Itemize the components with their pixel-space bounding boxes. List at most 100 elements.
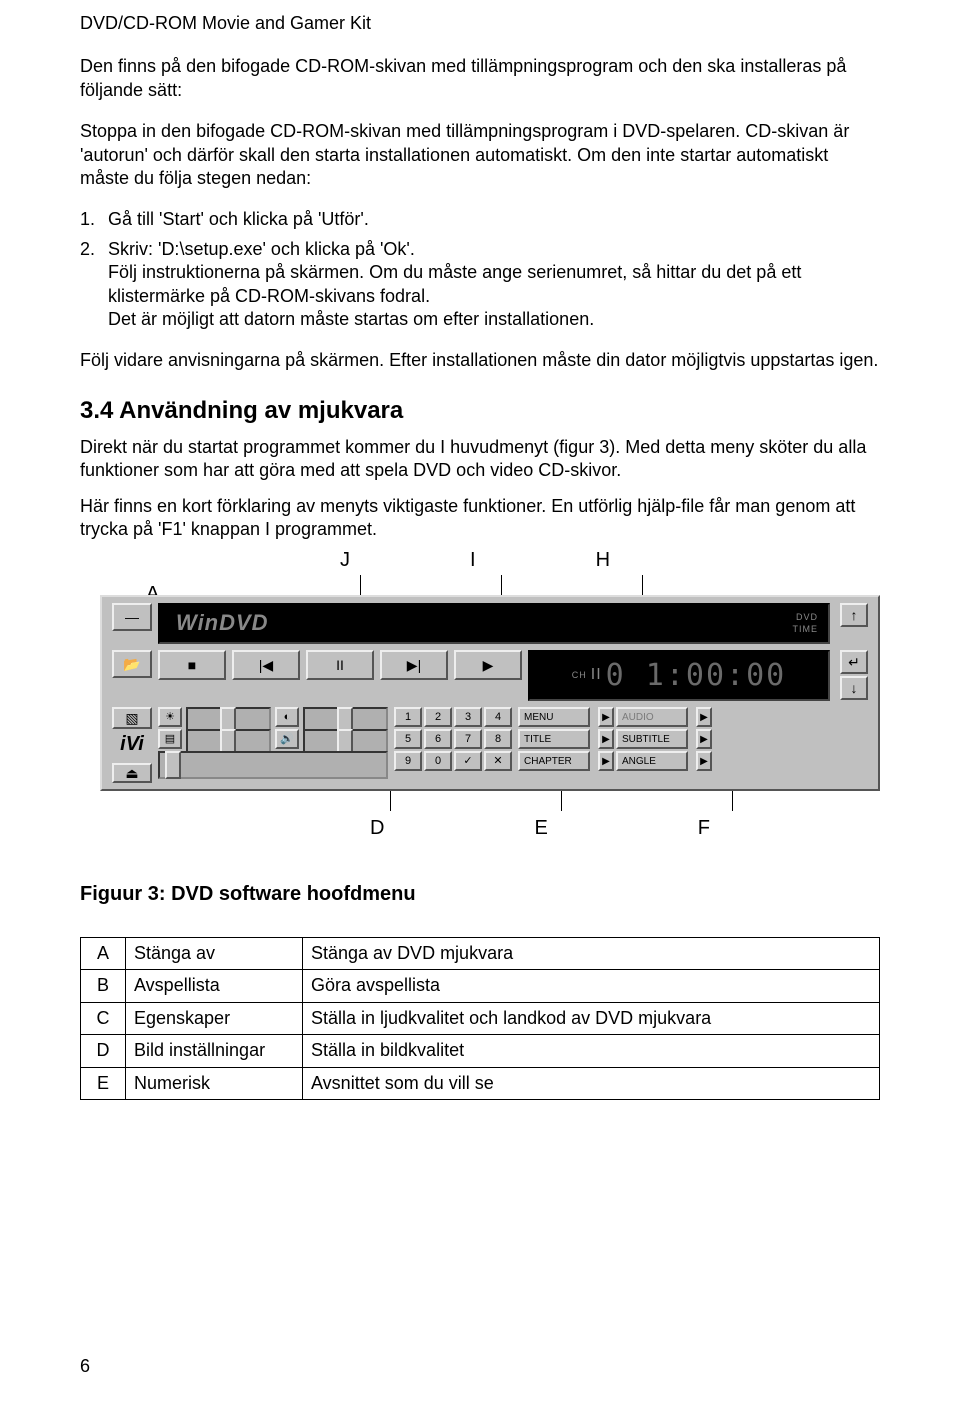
key-4[interactable]: 4 [484, 707, 512, 727]
cell-key: B [81, 970, 126, 1002]
arrow-up-icon: ↑ [851, 606, 858, 624]
cell-name: Egenskaper [126, 1002, 303, 1034]
key-6[interactable]: 6 [424, 729, 452, 749]
menu-next[interactable]: ▶ [598, 707, 614, 727]
arrow-down-icon: ↓ [851, 679, 858, 697]
play-icon: ▶ [483, 656, 494, 674]
stop-icon: ■ [188, 656, 196, 674]
sun-icon: ☀ [165, 710, 175, 724]
cell-desc: Avsnittet som du vill se [303, 1067, 880, 1099]
step-text: Gå till 'Start' och klicka på 'Utför'. [108, 208, 880, 231]
picture-sliders: ☀ ◐ ▤ 🔊 [158, 707, 388, 771]
key-2[interactable]: 2 [424, 707, 452, 727]
table-row: A Stänga av Stänga av DVD mjukvara [81, 938, 880, 970]
dash-icon: — [125, 608, 139, 626]
ivi-logo: iVi [112, 731, 152, 757]
enter-icon: ↵ [848, 653, 860, 671]
reference-table: A Stänga av Stänga av DVD mjukvara B Avs… [80, 937, 880, 1100]
key-8[interactable]: 8 [484, 729, 512, 749]
eject-button[interactable]: ⏏ [112, 763, 152, 783]
cell-name: Bild inställningar [126, 1035, 303, 1067]
title-button[interactable]: TITLE [518, 729, 590, 749]
menu-button[interactable]: MENU [518, 707, 590, 727]
list-item: 1. Gå till 'Start' och klicka på 'Utför'… [80, 208, 880, 231]
section-3-4-p2: Här finns en kort förklaring av menyts v… [80, 495, 880, 542]
cell-key: E [81, 1067, 126, 1099]
cell-name: Avspellista [126, 970, 303, 1002]
callout-labels-bottom: D E F [370, 815, 880, 841]
speaker-icon: 🔊 [280, 732, 294, 746]
table-row: B Avspellista Göra avspellista [81, 970, 880, 1002]
key-3[interactable]: 3 [454, 707, 482, 727]
table-row: D Bild inställningar Ställa in bildkvali… [81, 1035, 880, 1067]
next-button[interactable]: ▶| [380, 650, 448, 680]
intro-paragraph-1: Den finns på den bifogade CD-ROM-skivan … [80, 55, 880, 102]
key-9[interactable]: 9 [394, 751, 422, 771]
callout-D: D [370, 815, 384, 841]
figure-3-caption: Figuur 3: DVD software hoofdmenu [80, 881, 880, 907]
stop-button[interactable]: ■ [158, 650, 226, 680]
props-icon: ▧ [125, 709, 138, 727]
intro-paragraph-2: Stoppa in den bifogade CD-ROM-skivan med… [80, 120, 880, 190]
open-button[interactable]: 📂 [112, 650, 152, 678]
cell-key: A [81, 938, 126, 970]
angle-button[interactable]: ANGLE [616, 751, 688, 771]
contrast-button[interactable]: ◐ [275, 707, 299, 727]
prev-icon: |◀ [259, 656, 273, 674]
time-display: CH II 0 1:00:00 [528, 650, 830, 701]
step-number: 1. [80, 208, 108, 231]
cell-key: C [81, 1002, 126, 1034]
close-button[interactable]: — [112, 603, 152, 631]
color-button[interactable]: ▤ [158, 729, 182, 749]
callout-F: F [698, 815, 710, 841]
arrow-down-button[interactable]: ↓ [840, 676, 868, 700]
doc-header: DVD/CD-ROM Movie and Gamer Kit [80, 12, 880, 35]
color-icon: ▤ [165, 732, 175, 746]
chapter-button[interactable]: CHAPTER [518, 751, 590, 771]
subtitle-button[interactable]: SUBTITLE [616, 729, 688, 749]
pause-icon: II [336, 656, 344, 674]
key-ok[interactable]: ✓ [454, 751, 482, 771]
step-text: Skriv: 'D:\setup.exe' och klicka på 'Ok'… [108, 238, 880, 332]
brightness-button[interactable]: ☀ [158, 707, 182, 727]
cell-desc: Ställa in bildkvalitet [303, 1035, 880, 1067]
contrast-icon: ◐ [284, 710, 291, 724]
key-1[interactable]: 1 [394, 707, 422, 727]
subtitle-next[interactable]: ▶ [696, 729, 712, 749]
key-7[interactable]: 7 [454, 729, 482, 749]
cell-desc: Göra avspellista [303, 970, 880, 1002]
folder-open-icon: 📂 [123, 655, 140, 673]
audio-next[interactable]: ▶ [696, 707, 712, 727]
state-icon: II [591, 665, 602, 686]
ch-label: CH [572, 670, 587, 682]
properties-button[interactable]: ▧ [112, 707, 152, 729]
callout-H: H [596, 547, 610, 573]
title-next[interactable]: ▶ [598, 729, 614, 749]
cell-name: Numerisk [126, 1067, 303, 1099]
numeric-keypad: 1 2 3 4 5 6 7 8 9 0 ✓ ✕ [394, 707, 512, 771]
arrow-up-button[interactable]: ↑ [840, 603, 868, 627]
enter-button[interactable]: ↵ [840, 650, 868, 674]
progress-slider[interactable] [158, 751, 388, 779]
section-3-4-heading: 3.4 Användning av mjukvara [80, 395, 880, 426]
pause-button[interactable]: II [306, 650, 374, 680]
key-0[interactable]: 0 [424, 751, 452, 771]
callout-labels-top: J I H [340, 547, 880, 573]
audio-button[interactable]: AUDIO [616, 707, 688, 727]
section-3-4-p1: Direkt när du startat programmet kommer … [80, 436, 880, 483]
figure-3: A B C G J I H — WinDVD DVD TIME ↑ 📂 ■ [80, 547, 880, 841]
prev-button[interactable]: |◀ [232, 650, 300, 680]
play-button[interactable]: ▶ [454, 650, 522, 680]
volume-button[interactable]: 🔊 [275, 729, 299, 749]
angle-next[interactable]: ▶ [696, 751, 712, 771]
key-cancel[interactable]: ✕ [484, 751, 512, 771]
chapter-next[interactable]: ▶ [598, 751, 614, 771]
key-5[interactable]: 5 [394, 729, 422, 749]
step-number: 2. [80, 238, 108, 332]
after-steps-paragraph: Följ vidare anvisningarna på skärmen. Ef… [80, 349, 880, 372]
cell-desc: Stänga av DVD mjukvara [303, 938, 880, 970]
player-display: WinDVD DVD TIME [158, 603, 830, 644]
windvd-player: — WinDVD DVD TIME ↑ 📂 ■ |◀ II ▶| ▶ CH II [100, 595, 880, 791]
callout-J: J [340, 547, 350, 573]
time-value: 0 1:00:00 [606, 656, 787, 695]
